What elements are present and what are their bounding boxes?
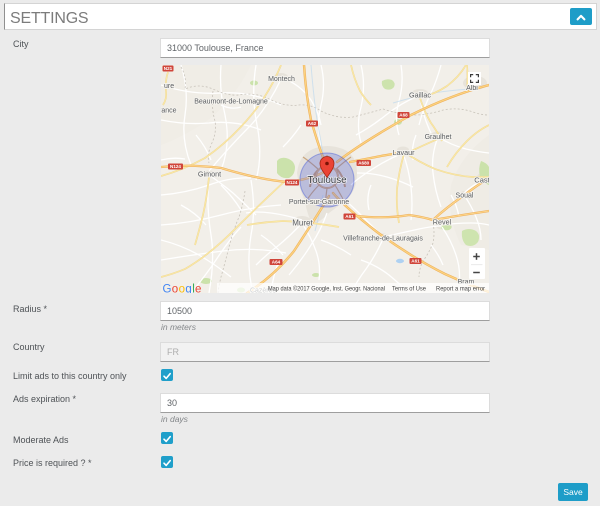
svg-text:Gaillac: Gaillac [409, 91, 431, 100]
svg-text:rance: rance [161, 108, 177, 115]
svg-text:Soual: Soual [456, 193, 474, 200]
svg-text:Graulhet: Graulhet [425, 134, 452, 141]
svg-text:Map data ©2017 Google, Inst. G: Map data ©2017 Google, Inst. Geogr. Naci… [268, 286, 385, 293]
svg-text:N124: N124 [170, 164, 181, 169]
svg-text:N124: N124 [287, 180, 298, 185]
svg-text:Albi: Albi [466, 85, 478, 92]
svg-text:A61: A61 [345, 214, 354, 219]
svg-text:A68: A68 [399, 113, 408, 118]
svg-text:N21: N21 [164, 66, 173, 71]
svg-text:A680: A680 [358, 161, 369, 166]
svg-text:Report a map error: Report a map error [436, 286, 485, 293]
svg-text:ure: ure [164, 83, 174, 90]
svg-text:g: g [185, 284, 191, 294]
svg-text:o: o [172, 284, 178, 294]
svg-text:Lavaur: Lavaur [393, 148, 416, 157]
svg-text:A61: A61 [411, 259, 420, 264]
svg-text:A62: A62 [308, 121, 317, 126]
svg-text:Gimont: Gimont [198, 170, 221, 179]
svg-text:Montech: Montech [268, 76, 295, 83]
svg-text:Villefranche-de-Lauragais: Villefranche-de-Lauragais [343, 236, 423, 243]
svg-text:A64: A64 [272, 260, 281, 265]
svg-text:e: e [195, 284, 201, 294]
svg-text:Muret: Muret [292, 219, 313, 228]
svg-text:Portet-sur-Garonne: Portet-sur-Garonne [289, 199, 349, 206]
svg-text:Cast: Cast [474, 176, 489, 185]
svg-text:G: G [163, 284, 172, 294]
svg-text:Beaumont-de-Lomagne: Beaumont-de-Lomagne [194, 99, 268, 106]
svg-text:Terms of Use: Terms of Use [392, 286, 427, 293]
svg-text:o: o [179, 284, 185, 294]
svg-text:Revel: Revel [433, 218, 452, 227]
